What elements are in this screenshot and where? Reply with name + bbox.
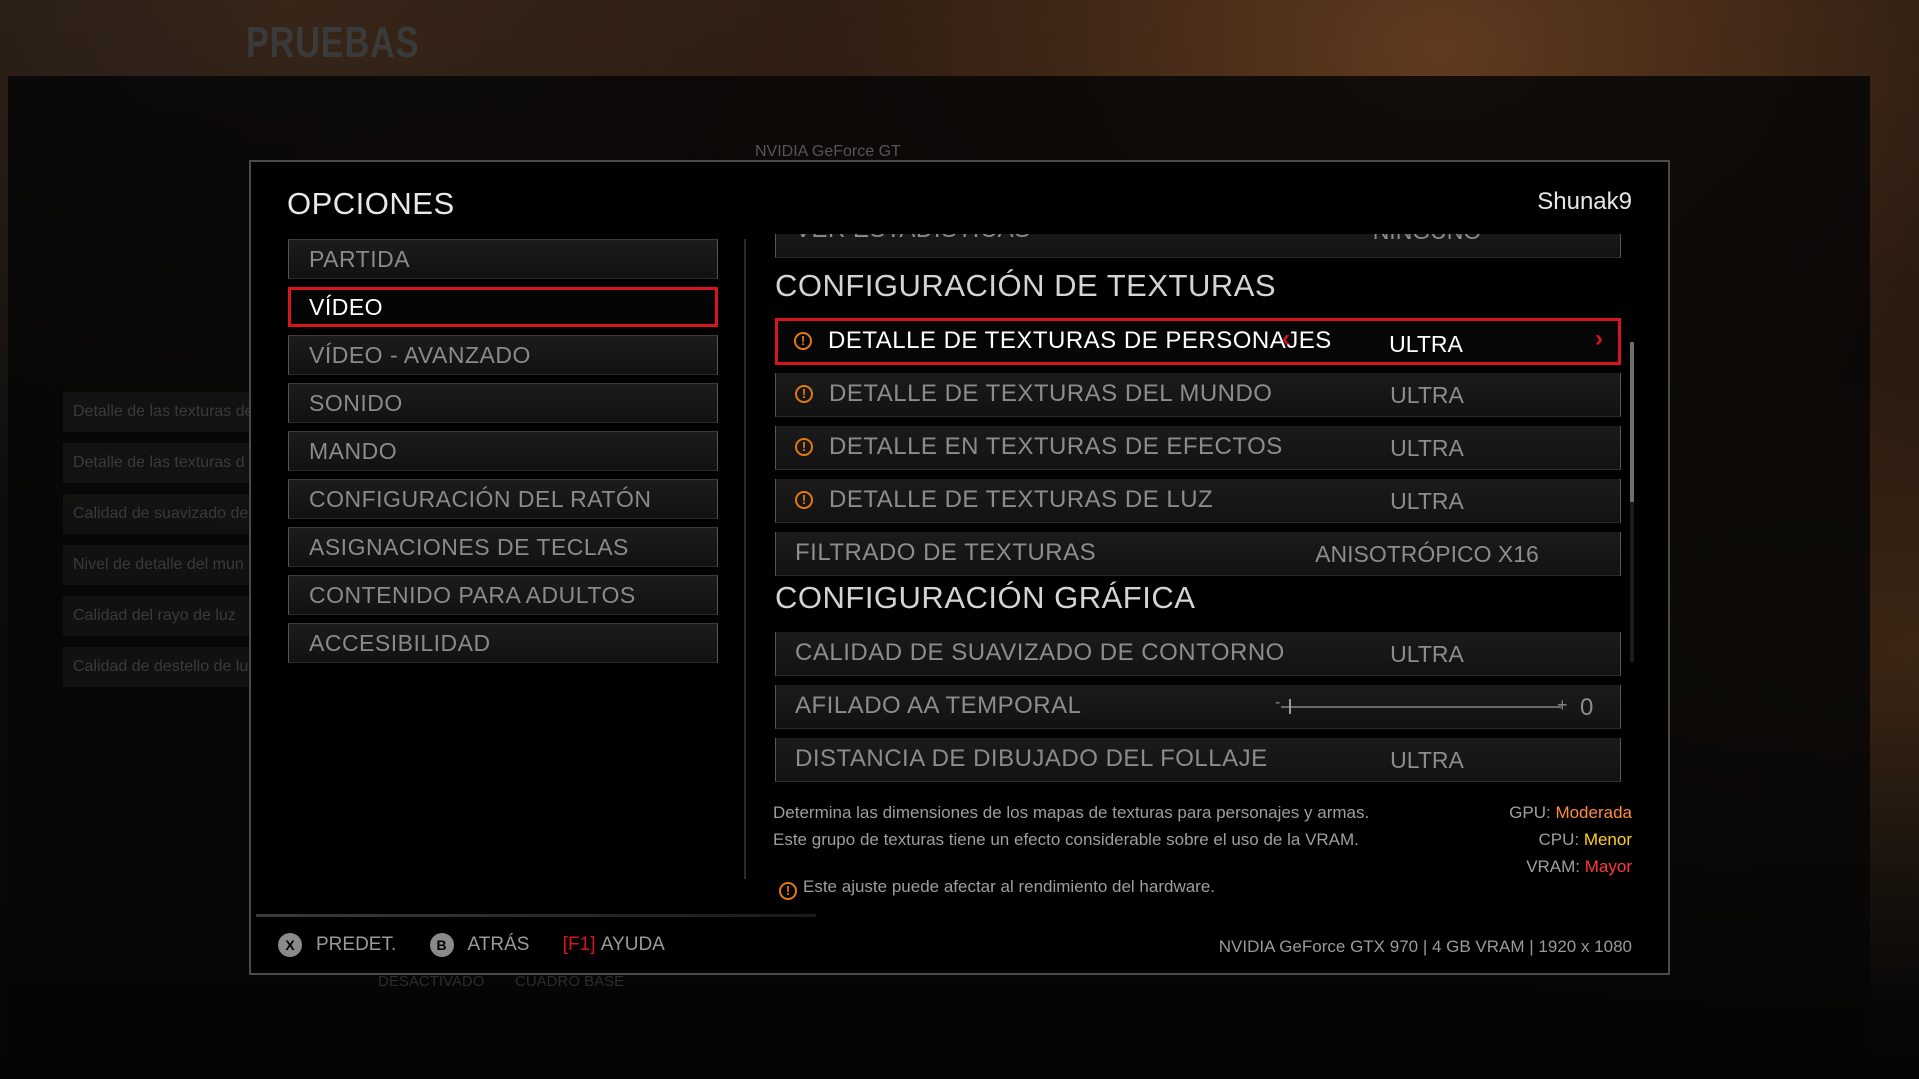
setting-row-texturas-personajes[interactable]: ! DETALLE DE TEXTURAS DE PERSONAJES ‹ UL… (775, 318, 1621, 365)
slider-minus[interactable]: - (1275, 694, 1280, 712)
performance-warning: ! Este ajuste puede afectar al rendimient… (779, 877, 1216, 900)
menu-item-video[interactable]: VÍDEO (288, 287, 718, 327)
menu-item-mando[interactable]: MANDO (288, 431, 718, 471)
setting-value: ULTRA (1390, 488, 1464, 514)
setting-description: Determina las dimensiones de los mapas d… (773, 799, 1369, 853)
menu-item-configuracion-raton[interactable]: CONFIGURACIÓN DEL RATÓN (288, 479, 718, 519)
impact-label: VRAM: (1526, 857, 1581, 876)
background-list-item: Calidad del rayo de luz (63, 596, 253, 636)
setting-row-filtrado-texturas[interactable]: FILTRADO DE TEXTURAS ANISOTRÓPICO X16 (775, 532, 1621, 576)
warning-icon: ! (795, 438, 813, 456)
setting-row-ver-estadisticas[interactable]: VER ESTADÍSTICAS NINGUNO (775, 234, 1621, 258)
warning-icon: ! (794, 332, 812, 350)
footer-divider (256, 914, 816, 917)
impact-value: Mayor (1584, 857, 1632, 876)
description-line: Determina las dimensiones de los mapas d… (773, 803, 1370, 822)
default-button[interactable]: X PREDET. (278, 933, 396, 957)
slider-value: 0 (1580, 694, 1594, 721)
slider-plus[interactable]: + (1557, 695, 1568, 716)
right-arrow-icon[interactable]: › (1595, 325, 1603, 353)
setting-row-texturas-luz[interactable]: ! DETALLE DE TEXTURAS DE LUZ ULTRA (775, 479, 1621, 523)
menu-item-accesibilidad[interactable]: ACCESIBILIDAD (288, 623, 718, 663)
slider-track[interactable] (1281, 706, 1561, 708)
warning-icon: ! (795, 491, 813, 509)
x-button-icon: X (278, 933, 302, 957)
setting-label: AFILADO AA TEMPORAL (795, 692, 1082, 719)
setting-label: CALIDAD DE SUAVIZADO DE CONTORNO (795, 639, 1285, 666)
background-gpu-text: NVIDIA GeForce GT (755, 143, 901, 160)
background-list-item: Calidad de suavizado de (63, 494, 253, 534)
gpu-info: NVIDIA GeForce GTX 970 | 4 GB VRAM | 192… (1218, 937, 1632, 956)
footer-controls: X PREDET. B ATRÁS [F1] AYUDA (278, 933, 693, 957)
f1-key-label: F1 (568, 934, 591, 955)
setting-label: DETALLE DE TEXTURAS DEL MUNDO (829, 380, 1273, 407)
impact-value: Menor (1583, 830, 1632, 849)
options-dialog: OPCIONES Shunak9 PARTIDA VÍDEO VÍDEO - A… (249, 160, 1670, 975)
background-list: Detalle de las texturas de Detalle de la… (63, 392, 253, 698)
settings-list: VER ESTADÍSTICAS NINGUNO CONFIGURACIÓN D… (775, 234, 1623, 794)
options-menu: PARTIDA VÍDEO VÍDEO - AVANZADO SONIDO MA… (288, 239, 718, 671)
setting-value: ULTRA (1389, 331, 1463, 357)
setting-value: ULTRA (1390, 641, 1464, 667)
section-title-texturas: CONFIGURACIÓN DE TEXTURAS (775, 268, 1277, 303)
setting-label: DETALLE EN TEXTURAS DE EFECTOS (829, 433, 1283, 460)
impact-gpu: GPU: Moderada (1509, 799, 1632, 826)
section-title-grafica: CONFIGURACIÓN GRÁFICA (775, 580, 1196, 615)
left-arrow-icon[interactable]: ‹ (1282, 325, 1290, 353)
help-button[interactable]: [F1] AYUDA (563, 934, 665, 956)
menu-item-contenido-adultos[interactable]: CONTENIDO PARA ADULTOS (288, 575, 718, 615)
setting-row-texturas-efectos[interactable]: ! DETALLE EN TEXTURAS DE EFECTOS ULTRA (775, 426, 1621, 470)
menu-item-asignaciones-teclas[interactable]: ASIGNACIONES DE TECLAS (288, 527, 718, 567)
help-label: AYUDA (600, 934, 665, 955)
warning-icon: ! (779, 882, 797, 900)
impact-value: Moderada (1555, 803, 1632, 822)
scrollbar-thumb[interactable] (1630, 342, 1634, 502)
impact-label: GPU: (1509, 803, 1551, 822)
setting-label: FILTRADO DE TEXTURAS (795, 539, 1097, 566)
setting-value: ANISOTRÓPICO X16 (1315, 541, 1539, 567)
description-line: Este grupo de texturas tiene un efecto c… (773, 830, 1359, 849)
setting-label: DETALLE DE TEXTURAS DE LUZ (829, 486, 1214, 513)
impact-label: CPU: (1538, 830, 1580, 849)
background-list-item: Nivel de detalle del mun (63, 545, 253, 585)
f1-key-icon: [F1] (562, 934, 596, 955)
setting-value: ULTRA (1390, 435, 1464, 461)
background-list-item: Calidad de destello de lu (63, 647, 253, 687)
setting-label: VER ESTADÍSTICAS (795, 234, 1031, 244)
performance-warning-text: Este ajuste puede afectar al rendimiento… (803, 877, 1216, 896)
setting-label: DETALLE DE TEXTURAS DE PERSONAJES (828, 327, 1332, 354)
dialog-title: OPCIONES (287, 186, 455, 221)
slider-handle[interactable] (1289, 699, 1291, 714)
menu-item-sonido[interactable]: SONIDO (288, 383, 718, 423)
background-list-item: Detalle de las texturas d (63, 443, 253, 483)
back-button[interactable]: B ATRÁS (429, 933, 530, 957)
default-label: PREDET. (316, 934, 397, 955)
setting-value: ULTRA (1390, 747, 1464, 773)
performance-impact: GPU: Moderada CPU: Menor VRAM: Mayor (1509, 799, 1632, 880)
setting-row-texturas-mundo[interactable]: ! DETALLE DE TEXTURAS DEL MUNDO ULTRA (775, 373, 1621, 417)
setting-label: DISTANCIA DE DIBUJADO DEL FOLLAJE (795, 745, 1268, 772)
menu-item-partida[interactable]: PARTIDA (288, 239, 718, 279)
impact-vram: VRAM: Mayor (1509, 853, 1632, 880)
warning-icon: ! (795, 385, 813, 403)
impact-cpu: CPU: Menor (1509, 826, 1632, 853)
menu-item-video-avanzado[interactable]: VÍDEO - AVANZADO (288, 335, 718, 375)
background-title: PRUEBAS (246, 18, 420, 67)
user-name: Shunak9 (1537, 188, 1632, 215)
setting-value: NINGUNO (1321, 234, 1533, 245)
setting-row-afilado-aa[interactable]: AFILADO AA TEMPORAL - + 0 (775, 685, 1621, 729)
setting-value: ULTRA (1390, 382, 1464, 408)
back-label: ATRÁS (467, 934, 530, 955)
setting-row-distancia-follaje[interactable]: DISTANCIA DE DIBUJADO DEL FOLLAJE ULTRA (775, 738, 1621, 782)
background-list-item: Detalle de las texturas de (63, 392, 253, 432)
vertical-divider (744, 239, 746, 879)
background-bottom-right: CUADRO BASE (515, 973, 625, 990)
background-bottom-left: DESACTIVADO (378, 973, 485, 990)
setting-row-suavizado-contorno[interactable]: CALIDAD DE SUAVIZADO DE CONTORNO ULTRA (775, 632, 1621, 676)
b-button-icon: B (429, 933, 454, 957)
